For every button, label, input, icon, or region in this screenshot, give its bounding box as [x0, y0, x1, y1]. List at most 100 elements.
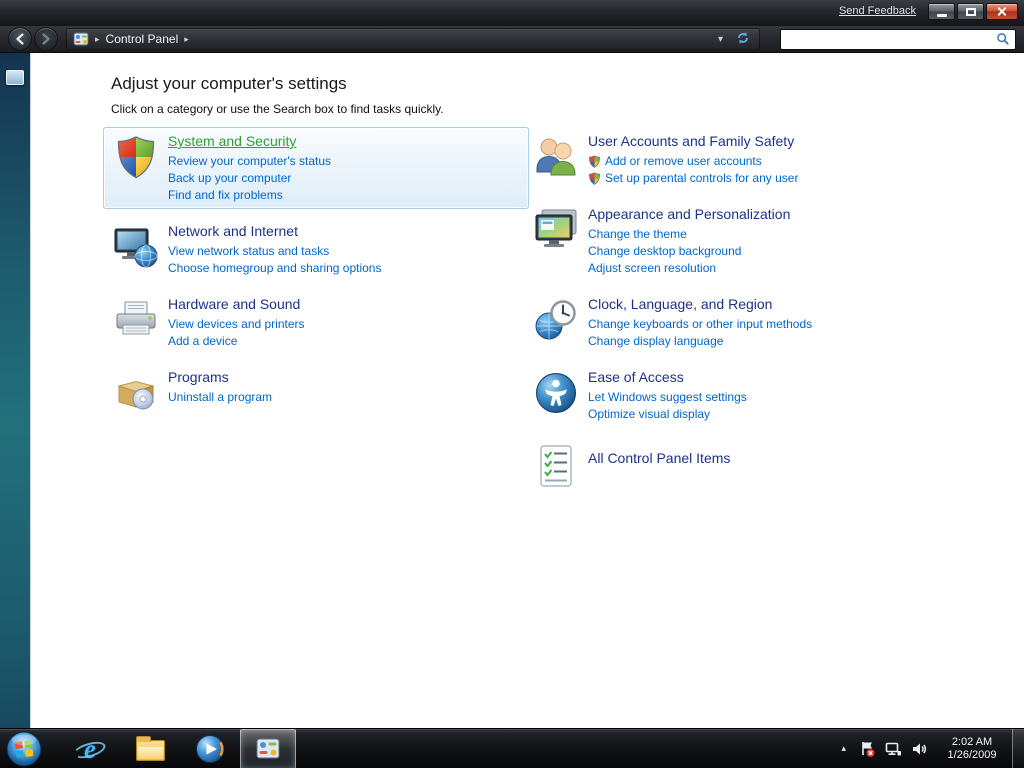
control-panel-icon	[256, 738, 280, 758]
category-programs[interactable]: Programs Uninstall a program	[103, 363, 529, 422]
ease-of-access-icon	[532, 369, 580, 417]
minimize-button[interactable]	[928, 3, 955, 20]
control-panel-home: Adjust your computer's settings Click on…	[30, 53, 1024, 728]
task-change-display-language[interactable]: Change display language	[588, 333, 723, 350]
navigation-bar: ▸ Control Panel ▸ ▾	[0, 26, 1024, 53]
categories-left-column: System and Security Review your computer…	[103, 127, 529, 430]
folder-icon	[135, 736, 165, 761]
task-optimize-visual-display[interactable]: Optimize visual display	[588, 406, 710, 423]
back-arrow-icon	[16, 33, 24, 45]
category-title-hardware-and-sound[interactable]: Hardware and Sound	[168, 295, 300, 313]
task-windows-suggest-settings[interactable]: Let Windows suggest settings	[588, 389, 747, 406]
taskbar-clock[interactable]: 2:02 AM 1/26/2009	[940, 736, 1004, 762]
security-shield-icon	[112, 133, 160, 181]
close-button[interactable]	[986, 3, 1018, 20]
category-ease-of-access[interactable]: Ease of Access Let Windows suggest setti…	[523, 363, 871, 428]
taskbar: e ▴ 2:02 AM 1/26/2009	[0, 728, 1024, 768]
forward-button[interactable]	[34, 27, 58, 51]
task-change-theme[interactable]: Change the theme	[588, 226, 687, 243]
breadcrumb-arrow-icon[interactable]: ▸	[184, 34, 189, 45]
category-all-control-panel-items[interactable]: All Control Panel Items	[523, 436, 871, 495]
task-change-desktop-background[interactable]: Change desktop background	[588, 243, 741, 260]
category-title-system-and-security[interactable]: System and Security	[168, 132, 296, 150]
task-label: Set up parental controls for any user	[605, 171, 799, 185]
task-review-computer-status[interactable]: Review your computer's status	[168, 153, 331, 170]
software-box-icon	[112, 369, 160, 417]
appearance-monitor-icon	[532, 206, 580, 254]
search-input[interactable]	[787, 32, 996, 46]
category-system-and-security[interactable]: System and Security Review your computer…	[103, 127, 529, 209]
task-adjust-screen-resolution[interactable]: Adjust screen resolution	[588, 260, 716, 277]
back-button[interactable]	[8, 27, 32, 51]
task-change-keyboards[interactable]: Change keyboards or other input methods	[588, 316, 812, 333]
internet-explorer-icon: e	[71, 734, 108, 764]
task-label: Add or remove user accounts	[605, 154, 762, 168]
taskbar-internet-explorer[interactable]: e	[60, 729, 120, 768]
tray-expand-icon[interactable]: ▴	[833, 743, 854, 754]
category-clock-language-region[interactable]: Clock, Language, and Region Change keybo…	[523, 290, 871, 355]
category-hardware-and-sound[interactable]: Hardware and Sound View devices and prin…	[103, 290, 529, 355]
task-back-up-computer[interactable]: Back up your computer	[168, 170, 291, 187]
taskbar-media-player[interactable]	[180, 729, 240, 768]
category-title-programs[interactable]: Programs	[168, 368, 229, 386]
volume-speaker-icon[interactable]	[910, 740, 928, 758]
checklist-icon	[532, 442, 580, 490]
network-status-icon[interactable]	[884, 740, 902, 758]
refresh-icon	[738, 32, 748, 44]
user-accounts-icon	[532, 133, 580, 181]
breadcrumb-arrow-icon[interactable]: ▸	[95, 34, 100, 45]
system-tray: ▴ 2:02 AM 1/26/2009	[833, 728, 1024, 768]
action-center-flag-icon[interactable]	[858, 740, 876, 758]
media-player-icon	[196, 734, 224, 763]
address-dropdown-icon[interactable]: ▾	[718, 34, 723, 45]
page-subtitle: Click on a category or use the Search bo…	[111, 102, 444, 116]
task-find-fix-problems[interactable]: Find and fix problems	[168, 187, 283, 204]
task-parental-controls[interactable]: Set up parental controls for any user	[588, 170, 798, 187]
category-title-ease-of-access[interactable]: Ease of Access	[588, 368, 684, 386]
categories-right-column: User Accounts and Family Safety Add or r…	[523, 127, 871, 503]
forward-arrow-icon	[42, 33, 50, 45]
clock-time: 2:02 AM	[951, 735, 993, 748]
refresh-button[interactable]	[735, 30, 753, 48]
uac-shield-icon	[588, 155, 601, 168]
printer-icon	[112, 296, 160, 344]
category-user-accounts[interactable]: User Accounts and Family Safety Add or r…	[523, 127, 871, 192]
search-icon[interactable]	[996, 32, 1010, 46]
window-titlebar: Send Feedback	[0, 0, 1024, 26]
clock-globe-icon	[532, 296, 580, 344]
category-title-clock-language-region[interactable]: Clock, Language, and Region	[588, 295, 772, 313]
network-monitor-globe-icon	[112, 223, 160, 271]
taskbar-control-panel-active[interactable]	[240, 728, 296, 768]
page-title: Adjust your computer's settings	[111, 74, 347, 93]
close-icon	[997, 6, 1008, 17]
category-appearance[interactable]: Appearance and Personalization Change th…	[523, 200, 871, 282]
caption-buttons	[928, 3, 1018, 20]
windows-orb-icon	[6, 731, 42, 766]
uac-shield-icon	[588, 172, 601, 185]
category-title-appearance[interactable]: Appearance and Personalization	[588, 205, 790, 223]
category-title-all-control-panel-items[interactable]: All Control Panel Items	[588, 449, 730, 467]
send-feedback-link[interactable]: Send Feedback	[839, 5, 916, 17]
task-homegroup-sharing[interactable]: Choose homegroup and sharing options	[168, 260, 381, 277]
desktop-background	[0, 53, 30, 728]
desktop-shortcut-icon[interactable]	[6, 70, 24, 85]
control-panel-icon	[73, 31, 89, 47]
task-view-network-status[interactable]: View network status and tasks	[168, 243, 329, 260]
address-bar[interactable]: ▸ Control Panel ▸ ▾	[66, 28, 760, 50]
task-view-devices-printers[interactable]: View devices and printers	[168, 316, 305, 333]
show-desktop-button[interactable]	[1012, 728, 1024, 768]
maximize-icon	[965, 7, 976, 16]
category-title-user-accounts[interactable]: User Accounts and Family Safety	[588, 132, 794, 150]
clock-date: 1/26/2009	[947, 748, 997, 761]
task-add-remove-accounts[interactable]: Add or remove user accounts	[588, 153, 762, 170]
task-uninstall-program[interactable]: Uninstall a program	[168, 389, 272, 406]
minimize-icon	[936, 13, 947, 17]
search-box[interactable]	[780, 28, 1016, 50]
category-title-network-and-internet[interactable]: Network and Internet	[168, 222, 298, 240]
maximize-button[interactable]	[957, 3, 984, 20]
task-add-device[interactable]: Add a device	[168, 333, 237, 350]
start-button[interactable]	[0, 729, 48, 768]
breadcrumb-control-panel[interactable]: Control Panel	[106, 32, 179, 46]
category-network-and-internet[interactable]: Network and Internet View network status…	[103, 217, 529, 282]
taskbar-windows-explorer[interactable]	[120, 729, 180, 768]
